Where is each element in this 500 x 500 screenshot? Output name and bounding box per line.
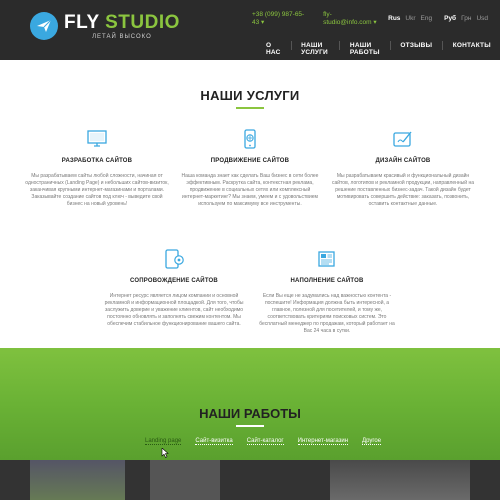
currency-rub[interactable]: Руб [444,15,456,22]
nav-services[interactable]: НАШИ УСЛУГИ [291,42,339,56]
lang-rus[interactable]: Rus [388,15,400,22]
header: FLY STUDIO ЛЕТАЙ ВЫСОКО +38 (099) 987-65… [0,0,500,60]
lang-eng[interactable]: Eng [421,15,433,22]
language-switcher: Rus Ukr Eng [388,15,432,22]
work-thumbnail[interactable] [330,460,470,500]
newspaper-icon [316,248,338,270]
filter-online-store[interactable]: Интернет-магазин [297,438,349,445]
work-thumbnail[interactable] [30,460,125,500]
service-description: Мы разрабатываем сайты любой сложности, … [25,173,169,207]
tablet-gear-icon [163,248,185,270]
title-underline [236,107,264,109]
service-description: Если Вы еще не задумались над важностью … [259,293,395,334]
service-description: Мы разрабатываем красивый и функциональн… [331,173,474,207]
phone-dropdown[interactable]: +38 (099) 987-65-43 ▾ [252,11,309,26]
currency-usd[interactable]: Usd [476,15,488,22]
service-content: НАПОЛНЕНИЕ САЙТОВ Если Вы еще не задумал… [247,248,407,335]
pointer-cursor-icon [161,445,171,458]
email-dropdown[interactable]: fly-studio@info.com ▾ [323,11,378,26]
service-web-development: РАЗРАБОТКА САЙТОВ Мы разрабатываем сайты… [17,128,177,208]
brand-tagline: ЛЕТАЙ ВЫСОКО [92,33,152,40]
works-filters: Landing page Сайт-визитка Сайт-каталог И… [145,438,382,445]
service-promotion: ПРОДВИЖЕНИЕ САЙТОВ Наша команда знает ка… [170,128,330,208]
paper-plane-icon [30,12,58,40]
brand-name-green: STUDIO [105,11,180,33]
nav-contacts[interactable]: КОНТАКТЫ [443,42,500,56]
service-support: СОПРОВОЖДЕНИЕ САЙТОВ Интернет ресурс явл… [94,248,254,328]
service-title: РАЗРАБОТКА САЙТОВ [61,158,133,164]
tablet-pen-icon [392,128,414,150]
works-title-underline [236,425,264,427]
filter-catalog[interactable]: Сайт-каталог [246,438,284,445]
service-description: Наша команда знает как сделать Ваш бизне… [181,173,319,207]
service-design: ДИЗАЙН САЙТОВ Мы разрабатываем красивый … [323,128,483,208]
service-title: СОПРОВОЖДЕНИЕ САЙТОВ [130,278,218,284]
currency-switcher: Руб Грн Usd [444,15,488,22]
main-nav: О НАС НАШИ УСЛУГИ НАШИ РАБОТЫ ОТЗЫВЫ КОН… [256,41,500,56]
brand-name: FLY STUDIO [64,13,180,32]
service-title: НАПОЛНЕНИЕ САЙТОВ [290,278,364,284]
top-line: +38 (099) 987-65-43 ▾ fly-studio@info.co… [252,11,500,26]
service-title: ДИЗАЙН САЙТОВ [375,158,431,164]
currency-uah[interactable]: Грн [461,15,471,22]
phone-globe-icon [239,128,261,150]
nav-works[interactable]: НАШИ РАБОТЫ [340,42,390,56]
logo[interactable]: FLY STUDIO ЛЕТАЙ ВЫСОКО [30,12,180,40]
brand-name-white: FLY [64,11,100,33]
works-title: НАШИ РАБОТЫ [199,406,301,421]
filter-landing-page[interactable]: Landing page [145,438,182,445]
service-title: ПРОДВИЖЕНИЕ САЙТОВ [210,158,290,164]
nav-reviews[interactable]: ОТЗЫВЫ [390,42,442,56]
services-title: НАШИ УСЛУГИ [200,88,300,103]
work-thumbnail[interactable] [150,460,220,500]
service-description: Интернет ресурс является лицом компании … [104,293,244,327]
nav-about[interactable]: О НАС [256,42,291,56]
monitor-icon [86,128,108,150]
works-gallery [0,460,500,500]
lang-ukr[interactable]: Ukr [405,15,415,22]
filter-business-card[interactable]: Сайт-визитка [195,438,233,445]
filter-other[interactable]: Другое [362,438,382,445]
